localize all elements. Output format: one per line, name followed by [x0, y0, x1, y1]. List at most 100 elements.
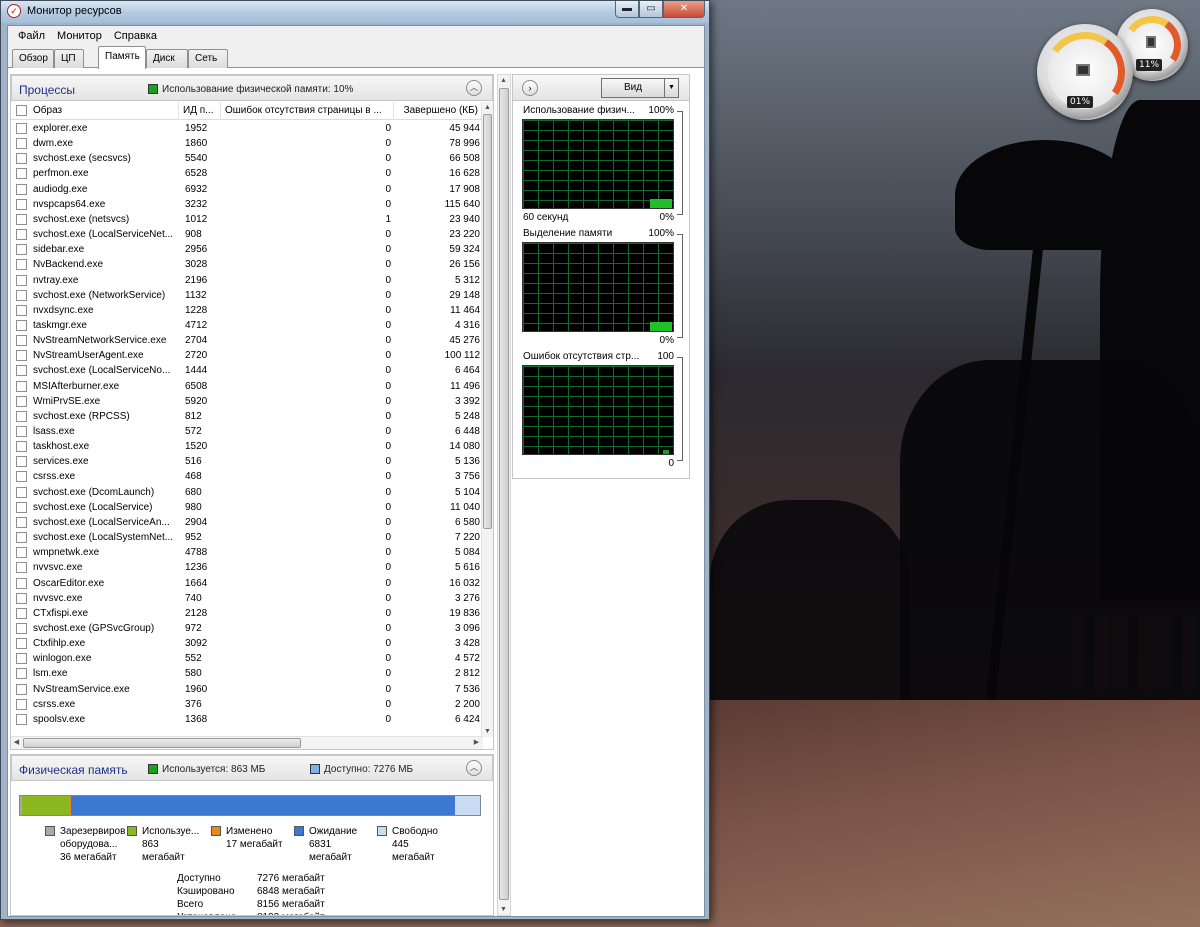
row-checkbox[interactable]: [16, 380, 27, 392]
row-checkbox[interactable]: [16, 153, 27, 165]
menu-help[interactable]: Справка: [108, 28, 163, 44]
row-checkbox[interactable]: [16, 532, 27, 544]
table-row[interactable]: svchost.exe (GPSvcGroup) 972 0 3 096: [11, 621, 483, 636]
row-checkbox[interactable]: [16, 607, 27, 619]
row-checkbox[interactable]: [16, 653, 27, 665]
row-checkbox[interactable]: [16, 289, 27, 301]
table-row[interactable]: WmiPrvSE.exe 5920 0 3 392: [11, 394, 483, 409]
table-row[interactable]: dwm.exe 1860 0 78 996: [11, 136, 483, 151]
row-checkbox[interactable]: [16, 577, 27, 589]
table-row[interactable]: NvBackend.exe 3028 0 26 156: [11, 257, 483, 272]
row-checkbox[interactable]: [16, 274, 27, 286]
table-row[interactable]: spoolsv.exe 1368 0 6 424: [11, 712, 483, 727]
row-checkbox[interactable]: [16, 244, 27, 256]
row-checkbox[interactable]: [16, 365, 27, 377]
table-row[interactable]: csrss.exe 468 0 3 756: [11, 469, 483, 484]
scroll-right-arrow-icon[interactable]: ▶: [471, 737, 482, 748]
table-row[interactable]: lsass.exe 572 0 6 448: [11, 424, 483, 439]
scroll-down-arrow-icon[interactable]: ▼: [482, 726, 493, 737]
row-checkbox[interactable]: [16, 183, 27, 195]
table-row[interactable]: svchost.exe (NetworkService) 1132 0 29 148: [11, 288, 483, 303]
processes-panel-header[interactable]: Процессы Использование физической памяти…: [11, 75, 493, 101]
scroll-down-arrow-icon[interactable]: ▼: [498, 904, 509, 915]
table-row[interactable]: nvtray.exe 2196 0 5 312: [11, 273, 483, 288]
tab-network[interactable]: Сеть: [188, 49, 228, 68]
col-commit-kb[interactable]: Завершено (КБ): [394, 102, 483, 120]
table-row[interactable]: csrss.exe 376 0 2 200: [11, 697, 483, 712]
table-row[interactable]: NvStreamService.exe 1960 0 7 536: [11, 682, 483, 697]
close-button[interactable]: ✕: [663, 1, 705, 18]
maximize-button[interactable]: ▭: [639, 1, 663, 18]
table-row[interactable]: nvvsvc.exe 740 0 3 276: [11, 591, 483, 606]
table-row[interactable]: svchost.exe (LocalSystemNet... 952 0 7 220: [11, 530, 483, 545]
row-checkbox[interactable]: [16, 410, 27, 422]
table-row[interactable]: explorer.exe 1952 0 45 944: [11, 121, 483, 136]
row-checkbox[interactable]: [16, 683, 27, 695]
table-row[interactable]: sidebar.exe 2956 0 59 324: [11, 242, 483, 257]
row-checkbox[interactable]: [16, 698, 27, 710]
row-checkbox[interactable]: [16, 168, 27, 180]
collapse-processes-button[interactable]: ︿: [466, 80, 482, 96]
row-checkbox[interactable]: [16, 123, 27, 134]
table-row[interactable]: winlogon.exe 552 0 4 572: [11, 651, 483, 666]
table-row[interactable]: nvxdsync.exe 1228 0 11 464: [11, 303, 483, 318]
table-row[interactable]: lsm.exe 580 0 2 812: [11, 666, 483, 681]
row-checkbox[interactable]: [16, 395, 27, 407]
tab-disk[interactable]: Диск: [146, 49, 188, 68]
scroll-up-arrow-icon[interactable]: ▲: [498, 75, 509, 86]
row-checkbox[interactable]: [16, 622, 27, 634]
col-hard-faults[interactable]: Ошибок отсутствия страницы в ...: [221, 102, 394, 120]
row-checkbox[interactable]: [16, 638, 27, 650]
collapse-physical-memory-button[interactable]: ︿: [466, 760, 482, 776]
row-checkbox[interactable]: [16, 501, 27, 513]
table-row[interactable]: CTxfispi.exe 2128 0 19 836: [11, 606, 483, 621]
row-checkbox[interactable]: [16, 592, 27, 604]
row-checkbox[interactable]: [16, 471, 27, 483]
row-checkbox[interactable]: [16, 229, 27, 241]
resource-monitor-app-icon[interactable]: ✓: [7, 4, 21, 18]
scroll-left-arrow-icon[interactable]: ◀: [11, 737, 22, 748]
table-row[interactable]: services.exe 516 0 5 136: [11, 454, 483, 469]
row-checkbox[interactable]: [16, 668, 27, 680]
table-row[interactable]: svchost.exe (netsvcs) 1012 1 23 940: [11, 212, 483, 227]
processes-horizontal-scrollbar[interactable]: ◀ ▶: [11, 736, 483, 749]
cpu-gauge-gadget[interactable]: 01%: [1037, 24, 1133, 120]
row-checkbox[interactable]: [16, 213, 27, 225]
processes-hscroll-thumb[interactable]: [23, 738, 301, 748]
processes-vertical-scrollbar[interactable]: ▲ ▼: [481, 102, 493, 737]
menu-monitor[interactable]: Монитор: [51, 28, 108, 44]
menu-file[interactable]: Файл: [12, 28, 51, 44]
table-row[interactable]: NvStreamUserAgent.exe 2720 0 100 112: [11, 348, 483, 363]
row-checkbox[interactable]: [16, 138, 27, 150]
graph-plot[interactable]: [522, 242, 674, 332]
row-checkbox[interactable]: [16, 486, 27, 498]
row-checkbox[interactable]: [16, 304, 27, 316]
minimize-button[interactable]: ▬: [615, 1, 639, 18]
row-checkbox[interactable]: [16, 456, 27, 468]
table-row[interactable]: Ctxfihlp.exe 3092 0 3 428: [11, 636, 483, 651]
row-checkbox[interactable]: [16, 547, 27, 559]
row-checkbox[interactable]: [16, 562, 27, 574]
row-checkbox[interactable]: [16, 441, 27, 453]
table-row[interactable]: nvvsvc.exe 1236 0 5 616: [11, 560, 483, 575]
title-bar[interactable]: ✓ Монитор ресурсов ▬ ▭ ✕: [1, 1, 709, 23]
table-row[interactable]: svchost.exe (LocalServiceNet... 908 0 23 22…: [11, 227, 483, 242]
table-row[interactable]: taskmgr.exe 4712 0 4 316: [11, 318, 483, 333]
row-checkbox[interactable]: [16, 350, 27, 362]
select-all-checkbox[interactable]: [16, 105, 27, 116]
col-pid[interactable]: ИД п...: [179, 102, 221, 120]
table-row[interactable]: OscarEditor.exe 1664 0 16 032: [11, 576, 483, 591]
scroll-up-arrow-icon[interactable]: ▲: [482, 102, 493, 113]
left-pane-scrollbar[interactable]: ▲ ▼: [497, 74, 511, 916]
expand-chevron-icon[interactable]: ›: [522, 80, 538, 96]
tab-memory[interactable]: Память: [98, 46, 146, 69]
col-image[interactable]: Образ: [29, 102, 179, 120]
physical-memory-panel-header[interactable]: Физическая память Используется: 863 МБ Д…: [11, 755, 493, 781]
row-checkbox[interactable]: [16, 198, 27, 210]
table-row[interactable]: svchost.exe (LocalService) 980 0 11 040: [11, 500, 483, 515]
table-row[interactable]: wmpnetwk.exe 4788 0 5 084: [11, 545, 483, 560]
tab-cpu[interactable]: ЦП: [54, 49, 84, 68]
tab-overview[interactable]: Обзор: [12, 49, 54, 68]
graph-plot[interactable]: [522, 119, 674, 209]
row-checkbox[interactable]: [16, 319, 27, 331]
